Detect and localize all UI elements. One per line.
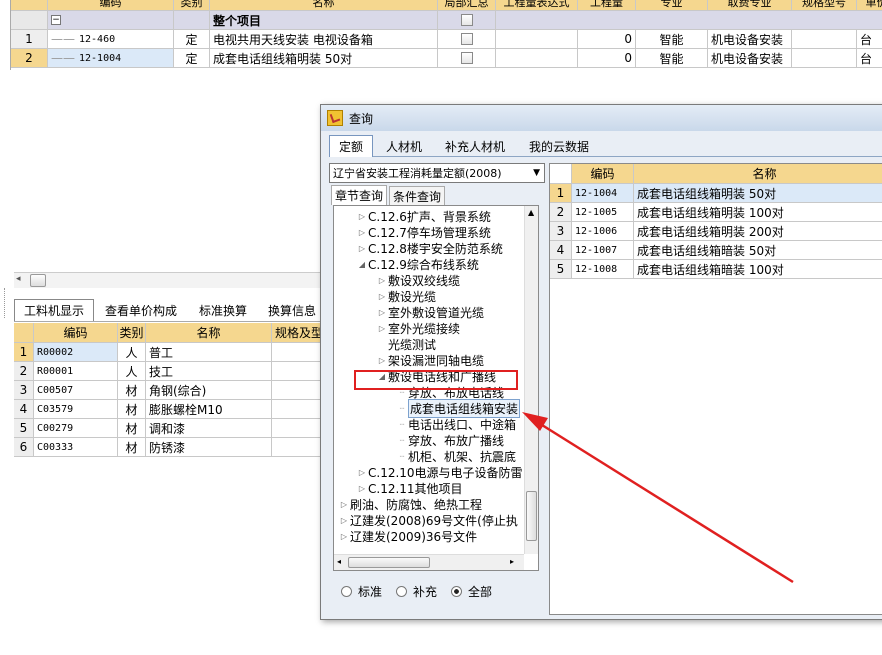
annotation-arrow	[522, 412, 794, 584]
